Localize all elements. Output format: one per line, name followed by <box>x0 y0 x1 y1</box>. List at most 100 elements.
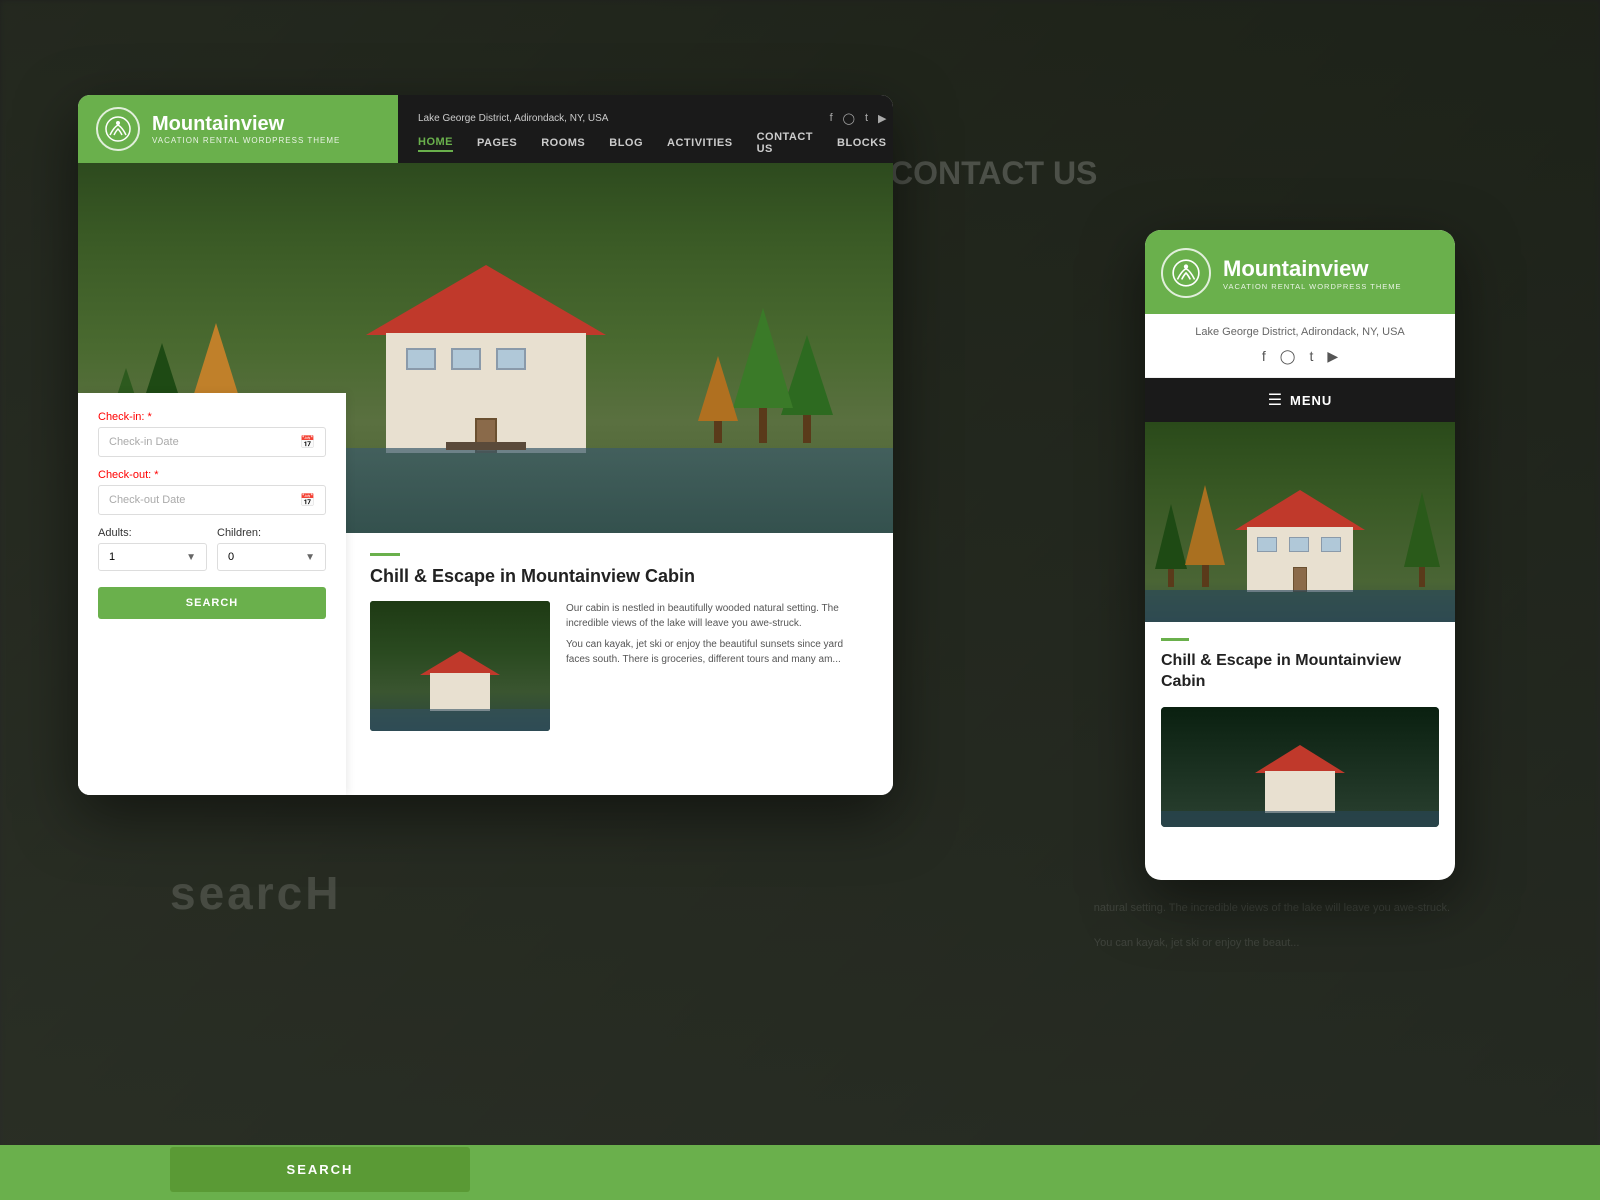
instagram-icon[interactable]: ◯ <box>843 112 855 125</box>
mobile-facebook-icon[interactable]: f <box>1262 348 1266 365</box>
desktop-logo-name: Mountainview <box>152 113 340 136</box>
booking-widget: Check-in: * Check-in Date 📅 Check-out: *… <box>78 393 346 795</box>
mobile-tree-1 <box>1155 504 1187 587</box>
content-cabin-image <box>370 601 550 731</box>
content-para-2: You can kayak, jet ski or enjoy the beau… <box>566 637 869 667</box>
mobile-content-house-roof <box>1255 745 1345 773</box>
search-button[interactable]: SEARCH <box>98 587 326 619</box>
checkin-label: Check-in: * <box>98 411 326 423</box>
mobile-tree-2 <box>1185 485 1225 587</box>
mobile-info-section: Lake George District, Adirondack, NY, US… <box>1145 314 1455 378</box>
desktop-content-area: Check-in: * Check-in Date 📅 Check-out: *… <box>78 533 893 795</box>
adults-chevron: ▼ <box>186 552 196 563</box>
checkout-input[interactable]: Check-out Date 📅 <box>98 485 326 515</box>
calendar-icon-checkout: 📅 <box>300 493 315 507</box>
content-house-body <box>430 673 490 711</box>
mobile-nav-bar[interactable]: ☰ MENU <box>1145 378 1455 422</box>
house-roof <box>366 265 606 335</box>
nav-pages[interactable]: PAGES <box>477 137 517 151</box>
children-select[interactable]: 0 ▼ <box>217 543 326 571</box>
checkin-placeholder: Check-in Date <box>109 436 179 448</box>
desktop-logo-text: Mountainview VACATION RENTAL WORDPRESS T… <box>152 113 340 145</box>
mobile-house-roof <box>1235 490 1365 530</box>
content-house-roof <box>420 651 500 675</box>
nav-activities[interactable]: ACTIVITIES <box>667 137 733 151</box>
facebook-icon[interactable]: f <box>830 112 833 125</box>
desktop-address: Lake George District, Adirondack, NY, US… <box>418 113 608 124</box>
adults-value: 1 <box>109 551 115 563</box>
mobile-logo-icon <box>1161 248 1211 298</box>
adults-label: Adults: <box>98 527 207 539</box>
checkout-placeholder: Check-out Date <box>109 494 185 506</box>
mobile-hero-water <box>1145 590 1455 622</box>
hero-house <box>366 273 606 453</box>
hero-bridge <box>446 442 526 450</box>
youtube-icon[interactable]: ▶ <box>878 112 886 125</box>
twitter-icon[interactable]: t <box>865 112 868 125</box>
mobile-content-section: Chill & Escape in Mountainview Cabin <box>1145 622 1455 843</box>
checkin-field: Check-in: * Check-in Date 📅 <box>98 411 326 457</box>
nav-home[interactable]: HOME <box>418 136 453 152</box>
background-search-text: searcH <box>170 866 341 920</box>
mobile-content-house-body <box>1265 771 1335 813</box>
content-img-water <box>370 709 550 731</box>
calendar-icon-checkin: 📅 <box>300 435 315 449</box>
desktop-social-icons: f ◯ t ▶ <box>830 112 887 125</box>
content-para-1: Our cabin is nestled in beautifully wood… <box>566 601 869 631</box>
adults-select[interactable]: 1 ▼ <box>98 543 207 571</box>
checkout-label: Check-out: * <box>98 469 326 481</box>
mobile-content-accent-bar <box>1161 638 1189 641</box>
desktop-logo-tagline: VACATION RENTAL WORDPRESS THEME <box>152 136 340 145</box>
nav-contact-us[interactable]: CONTACT US <box>757 131 813 157</box>
mobile-logo-name: Mountainview <box>1223 256 1402 282</box>
mobile-youtube-icon[interactable]: ▶ <box>1327 348 1338 365</box>
background-search-label: SEARCH <box>287 1162 354 1177</box>
mobile-address: Lake George District, Adirondack, NY, US… <box>1161 326 1439 338</box>
checkin-input[interactable]: Check-in Date 📅 <box>98 427 326 457</box>
content-img-house <box>420 651 500 711</box>
tree-6 <box>698 356 738 443</box>
mobile-content-img-water <box>1161 811 1439 827</box>
content-title: Chill & Escape in Mountainview Cabin <box>370 566 869 587</box>
children-label: Children: <box>217 527 326 539</box>
hamburger-icon: ☰ <box>1268 390 1282 410</box>
content-body-area: Our cabin is nestled in beautifully wood… <box>370 601 869 731</box>
nav-blog[interactable]: BLOG <box>609 137 643 151</box>
background-search-button: SEARCH <box>170 1147 470 1192</box>
children-value: 0 <box>228 551 234 563</box>
content-accent-bar <box>370 553 400 556</box>
mobile-hero-image <box>1145 422 1455 622</box>
desktop-contact-info: Lake George District, Adirondack, NY, US… <box>398 106 893 125</box>
mobile-twitter-icon[interactable]: t <box>1309 348 1313 365</box>
mobile-hero-house <box>1235 492 1365 592</box>
house-body <box>386 333 586 453</box>
mobile-tree-3 <box>1404 492 1440 587</box>
background-contact-text: CONTACT US <box>890 155 1097 192</box>
desktop-header: Mountainview VACATION RENTAL WORDPRESS T… <box>78 95 893 163</box>
content-description: Our cabin is nestled in beautifully wood… <box>566 601 869 731</box>
desktop-logo-section: Mountainview VACATION RENTAL WORDPRESS T… <box>78 95 398 163</box>
desktop-main-content: Chill & Escape in Mountainview Cabin Our… <box>346 533 893 795</box>
tree-5 <box>733 308 793 443</box>
mobile-header-green: Mountainview VACATION RENTAL WORDPRESS T… <box>1145 230 1455 314</box>
mobile-content-title: Chill & Escape in Mountainview Cabin <box>1161 651 1439 693</box>
mobile-logo-tagline: VACATION RENTAL WORDPRESS THEME <box>1223 282 1402 291</box>
nav-blocks[interactable]: BLOCKS <box>837 137 886 151</box>
desktop-nav-section: Lake George District, Adirondack, NY, US… <box>398 95 893 163</box>
checkout-field: Check-out: * Check-out Date 📅 <box>98 469 326 515</box>
mobile-content-cabin-image <box>1161 707 1439 827</box>
mobile-content-img-house <box>1255 743 1345 813</box>
desktop-mockup: Mountainview VACATION RENTAL WORDPRESS T… <box>78 95 893 795</box>
children-col: Children: 0 ▼ <box>217 527 326 571</box>
mobile-logo-text: Mountainview VACATION RENTAL WORDPRESS T… <box>1223 256 1402 291</box>
mobile-mockup: Mountainview VACATION RENTAL WORDPRESS T… <box>1145 230 1455 880</box>
adults-col: Adults: 1 ▼ <box>98 527 207 571</box>
background-faint-content: natural setting. The incredible views of… <box>1094 900 1450 953</box>
mobile-social-icons: f ◯ t ▶ <box>1161 348 1439 365</box>
logo-icon <box>96 107 140 151</box>
guests-row: Adults: 1 ▼ Children: 0 ▼ <box>98 527 326 571</box>
mobile-house-body <box>1247 527 1353 592</box>
children-chevron: ▼ <box>305 552 315 563</box>
mobile-instagram-icon[interactable]: ◯ <box>1280 348 1296 365</box>
nav-rooms[interactable]: ROOMS <box>541 137 585 151</box>
